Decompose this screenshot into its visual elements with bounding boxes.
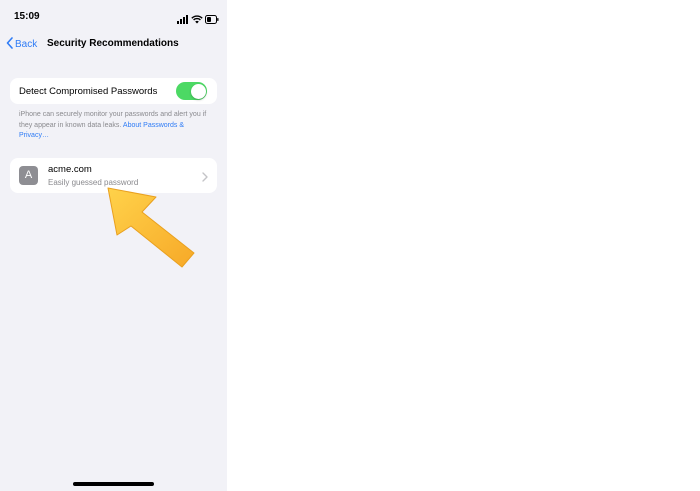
phone-screen: 15:09 Back Security Recommendations Dete… <box>0 0 227 491</box>
back-label: Back <box>15 39 38 50</box>
recommendation-title: acme.com <box>48 164 92 175</box>
home-indicator[interactable] <box>73 482 154 486</box>
detect-compromised-row: Detect Compromised Passwords <box>10 78 217 104</box>
detect-compromised-toggle[interactable] <box>176 82 207 100</box>
battery-icon <box>205 11 219 29</box>
back-button[interactable]: Back <box>6 37 37 52</box>
wifi-icon <box>191 11 203 29</box>
page-title: Security Recommendations <box>47 38 179 49</box>
signal-icon <box>177 11 188 29</box>
privacy-footnote: iPhone can securely monitor your passwor… <box>19 110 214 142</box>
chevron-left-icon <box>6 37 13 52</box>
chevron-right-icon <box>202 169 208 187</box>
status-bar: 15:09 <box>0 0 227 30</box>
annotation-arrow-icon <box>100 185 200 271</box>
detect-compromised-label: Detect Compromised Passwords <box>19 86 158 97</box>
site-avatar: A <box>19 166 38 185</box>
toggle-knob <box>190 83 206 99</box>
navigation-bar: Back Security Recommendations <box>0 34 227 54</box>
status-time: 15:09 <box>14 11 40 22</box>
